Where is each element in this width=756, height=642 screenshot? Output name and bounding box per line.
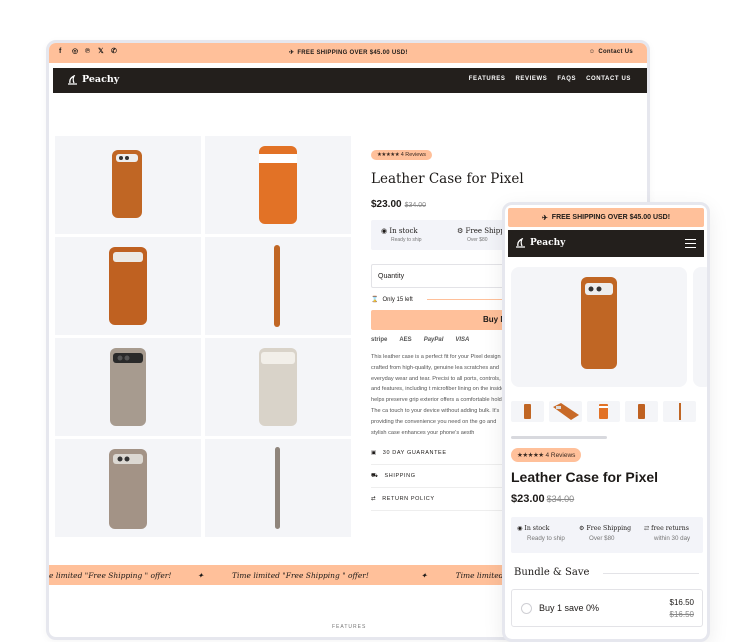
paypal-badge: PayPal: [423, 337, 444, 343]
phone-case-image: [259, 348, 297, 426]
phone-case-image: [112, 150, 142, 218]
reviews-badge[interactable]: ★★★★★ 4 Reviews: [511, 448, 582, 462]
x-icon[interactable]: 𝕏: [98, 48, 105, 56]
bundle-radio[interactable]: [521, 603, 532, 614]
features-heading: FEATURES: [332, 624, 367, 630]
phone-case-image: [274, 245, 280, 327]
gallery-image[interactable]: [205, 439, 351, 537]
visa-badge: VISA: [455, 337, 470, 343]
pinterest-icon[interactable]: ℗: [85, 48, 92, 56]
sparkle-icon: ✦: [197, 570, 207, 580]
nav-reviews[interactable]: REVIEWS: [515, 76, 547, 82]
gallery-image[interactable]: [205, 136, 351, 234]
accordion: ▣ 30 DAY GUARANTEE ⛟ SHIPPING ⇄ RETURN POLI…: [371, 442, 509, 511]
gallery-image[interactable]: [55, 136, 201, 234]
thumbnail[interactable]: [663, 401, 696, 422]
mobile-announcement-bar: ✈ FREE SHIPPING OVER $45.00 USD!: [508, 208, 704, 227]
compare-price: $34.00: [546, 494, 575, 504]
facebook-icon[interactable]: f: [59, 48, 66, 56]
marquee-item: ✦ Time limited "Free Shipping " offer!: [197, 570, 369, 580]
shipping-status: ⚙ Free Shipping Over $80: [579, 525, 632, 542]
aes-badge: AES: [399, 337, 412, 343]
bundle-option[interactable]: Buy 1 save 0% $16.50 $16.50: [511, 589, 703, 627]
product-title: Leather Case for Pixel: [371, 171, 524, 187]
returns-status: ⇄ free returns within 30 day: [644, 525, 691, 542]
divider: [603, 573, 699, 574]
stock-status: ◉ In stock Ready to ship: [381, 227, 422, 243]
nav-contact[interactable]: CONTACT US: [586, 76, 631, 82]
whatsapp-icon[interactable]: ✆: [111, 48, 118, 56]
gallery-image[interactable]: [205, 338, 351, 436]
sparkle-icon: ✦: [420, 570, 430, 580]
reviews-badge[interactable]: ★★★★★ 4 Reviews: [371, 150, 433, 160]
social-links: f ◎ ℗ 𝕏 ✆: [59, 48, 118, 56]
accordion-shipping[interactable]: ⛟ SHIPPING: [371, 465, 509, 488]
airplane-icon: ✈: [289, 50, 295, 56]
announcement-bar: f ◎ ℗ 𝕏 ✆ ✈ FREE SHIPPING OVER $45.00 US…: [49, 43, 647, 63]
nav-features[interactable]: FEATURES: [469, 76, 506, 82]
nav-faqs[interactable]: FAQS: [557, 76, 576, 82]
phone-case-image: [275, 447, 280, 529]
brand-logo[interactable]: Peachy: [515, 238, 565, 248]
mobile-thumbnails: [511, 401, 696, 422]
peach-icon: [516, 238, 525, 248]
thumbnail[interactable]: [625, 401, 658, 422]
stock-status: ◉ In stock Ready to ship: [517, 525, 565, 542]
phone-case-image: [110, 348, 146, 426]
gift-icon: ⚙: [457, 227, 466, 235]
phone-case-image: [109, 247, 147, 325]
thumbnail[interactable]: [549, 401, 582, 422]
phone-case-image: [259, 146, 297, 224]
instagram-icon[interactable]: ◎: [72, 48, 79, 56]
gift-icon: ⚙: [579, 525, 587, 532]
gallery-image[interactable]: [205, 237, 351, 335]
accordion-returns[interactable]: ⇄ RETURN POLICY: [371, 488, 509, 511]
thumbnail[interactable]: [587, 401, 620, 422]
accordion-guarantee[interactable]: ▣ 30 DAY GUARANTEE: [371, 442, 509, 465]
gallery-image[interactable]: [55, 439, 201, 537]
bundle-compare-price: $16.50: [669, 610, 694, 619]
truck-icon: ⛟: [371, 472, 379, 479]
mobile-preview: ✈ FREE SHIPPING OVER $45.00 USD! Peachy …: [502, 202, 710, 642]
airplane-icon: ✈: [541, 214, 548, 222]
announcement: ✈ FREE SHIPPING OVER $45.00 USD!: [289, 49, 408, 57]
bundle-heading: Bundle & Save: [514, 567, 590, 578]
thumbnail[interactable]: [511, 401, 544, 422]
phone-case-image: [109, 449, 147, 529]
brand-logo[interactable]: Peachy: [67, 74, 119, 85]
calendar-icon: ▣: [371, 450, 377, 456]
thumbnail-scrollbar[interactable]: [511, 436, 607, 439]
main-nav: Peachy FEATURES REVIEWS FAQS CONTACT US: [53, 68, 647, 93]
product-price: $23.00 $34.00: [511, 493, 575, 505]
marquee-item: e limited "Free Shipping " offer!: [49, 570, 172, 580]
chat-icon: ☺: [588, 49, 596, 55]
gallery-image[interactable]: [55, 237, 201, 335]
rating-stars: ★★★★★: [517, 452, 544, 459]
return-icon: ⇄: [371, 496, 377, 502]
product-description: This leather case is a perfect fit for y…: [371, 354, 505, 436]
stock-info-box: ◉ In stock Ready to ship ⚙ Free Shipping…: [511, 517, 703, 553]
nav-menu: FEATURES REVIEWS FAQS CONTACT US: [469, 76, 631, 82]
peach-icon: [68, 74, 77, 85]
mobile-hero-image[interactable]: [511, 267, 687, 387]
mobile-next-image[interactable]: [693, 267, 707, 387]
gallery-image[interactable]: [55, 338, 201, 436]
bundle-price: $16.50: [669, 598, 694, 607]
phone-case-image: [581, 277, 617, 369]
menu-icon[interactable]: [685, 239, 696, 251]
product-title: Leather Case for Pixel: [511, 469, 659, 485]
hourglass-icon: ⌛: [371, 297, 379, 303]
rating-stars: ★★★★★: [377, 152, 400, 158]
stripe-badge: stripe: [371, 337, 388, 343]
compare-price: $34.00: [404, 202, 427, 209]
contact-link[interactable]: ☺ Contact Us: [589, 49, 633, 55]
mobile-nav: Peachy: [508, 230, 704, 257]
